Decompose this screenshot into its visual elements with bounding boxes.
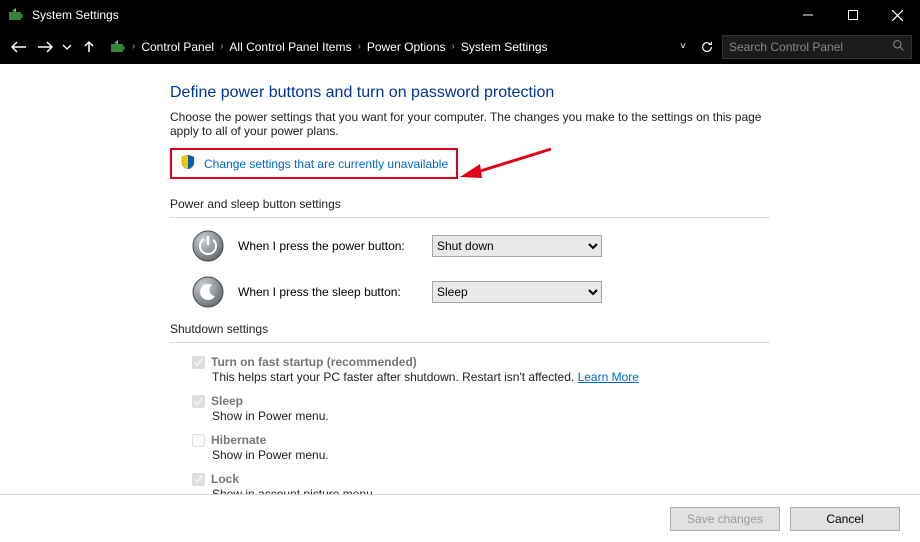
chevron-right-icon[interactable]: › xyxy=(452,41,455,52)
power-button-label: When I press the power button: xyxy=(238,239,418,253)
chevron-right-icon[interactable]: › xyxy=(357,41,360,52)
power-button-row: When I press the power button: Shut down xyxy=(192,230,920,262)
shutdown-item-hibernate: Hibernate Show in Power menu. xyxy=(192,433,732,462)
section-shutdown-title: Shutdown settings xyxy=(170,322,770,336)
breadcrumb-item-power-options[interactable]: Power Options xyxy=(367,40,446,54)
section-power-sleep-title: Power and sleep button settings xyxy=(170,197,770,211)
sleep-checkbox xyxy=(192,395,205,408)
admin-link-text[interactable]: Change settings that are currently unava… xyxy=(204,157,448,171)
page-description: Choose the power settings that you want … xyxy=(170,110,780,138)
hibernate-desc: Show in Power menu. xyxy=(212,448,732,462)
change-unavailable-settings-link[interactable]: Change settings that are currently unava… xyxy=(170,148,458,179)
chevron-right-icon[interactable]: › xyxy=(220,41,223,52)
minimize-button[interactable] xyxy=(785,0,830,30)
hibernate-label: Hibernate xyxy=(211,433,266,447)
fast-startup-desc: This helps start your PC faster after sh… xyxy=(212,370,732,384)
lock-desc: Show in account picture menu. xyxy=(212,487,732,494)
sleep-label: Sleep xyxy=(211,394,243,408)
learn-more-link[interactable]: Learn More xyxy=(578,370,639,384)
maximize-button[interactable] xyxy=(830,0,875,30)
sleep-button-select[interactable]: Sleep xyxy=(432,281,602,303)
fast-startup-checkbox xyxy=(192,356,205,369)
forward-button[interactable] xyxy=(34,36,56,58)
footer: Save changes Cancel xyxy=(0,494,920,542)
navbar: › Control Panel › All Control Panel Item… xyxy=(0,30,920,64)
annotation-arrow-icon xyxy=(456,146,556,189)
shutdown-item-lock: Lock Show in account picture menu. xyxy=(192,472,732,494)
breadcrumb-folder-icon xyxy=(110,39,126,55)
search-input[interactable] xyxy=(729,40,886,54)
app-icon xyxy=(8,7,24,23)
sleep-button-label: When I press the sleep button: xyxy=(238,285,418,299)
titlebar: System Settings xyxy=(0,0,920,30)
shutdown-item-sleep: Sleep Show in Power menu. xyxy=(192,394,732,423)
search-box[interactable] xyxy=(722,35,912,59)
search-icon[interactable] xyxy=(892,39,905,55)
shutdown-item-fast-startup: Turn on fast startup (recommended) This … xyxy=(192,355,732,384)
content-pane: Define power buttons and turn on passwor… xyxy=(0,64,920,494)
refresh-button[interactable] xyxy=(696,36,718,58)
breadcrumb-item-system-settings[interactable]: System Settings xyxy=(461,40,548,54)
breadcrumb: › Control Panel › All Control Panel Item… xyxy=(110,36,718,58)
sleep-button-row: When I press the sleep button: Sleep xyxy=(192,276,920,308)
recent-locations-button[interactable] xyxy=(60,36,74,58)
shield-icon xyxy=(180,154,196,173)
fast-startup-label: Turn on fast startup (recommended) xyxy=(211,355,417,369)
power-button-select[interactable]: Shut down xyxy=(432,235,602,257)
chevron-right-icon[interactable]: › xyxy=(132,41,135,52)
window-title: System Settings xyxy=(32,8,119,22)
sleep-button-icon xyxy=(192,276,224,308)
breadcrumb-item-all-items[interactable]: All Control Panel Items xyxy=(229,40,351,54)
lock-checkbox xyxy=(192,473,205,486)
divider xyxy=(170,217,770,218)
divider xyxy=(170,342,770,343)
sleep-desc: Show in Power menu. xyxy=(212,409,732,423)
power-button-icon xyxy=(192,230,224,262)
save-button: Save changes xyxy=(670,507,780,531)
close-button[interactable] xyxy=(875,0,920,30)
back-button[interactable] xyxy=(8,36,30,58)
up-button[interactable] xyxy=(78,36,100,58)
lock-label: Lock xyxy=(211,472,239,486)
previous-locations-button[interactable]: ˅ xyxy=(676,42,690,51)
hibernate-checkbox xyxy=(192,434,205,447)
cancel-button[interactable]: Cancel xyxy=(790,507,900,531)
breadcrumb-item-control-panel[interactable]: Control Panel xyxy=(141,40,214,54)
page-title: Define power buttons and turn on passwor… xyxy=(170,84,920,102)
